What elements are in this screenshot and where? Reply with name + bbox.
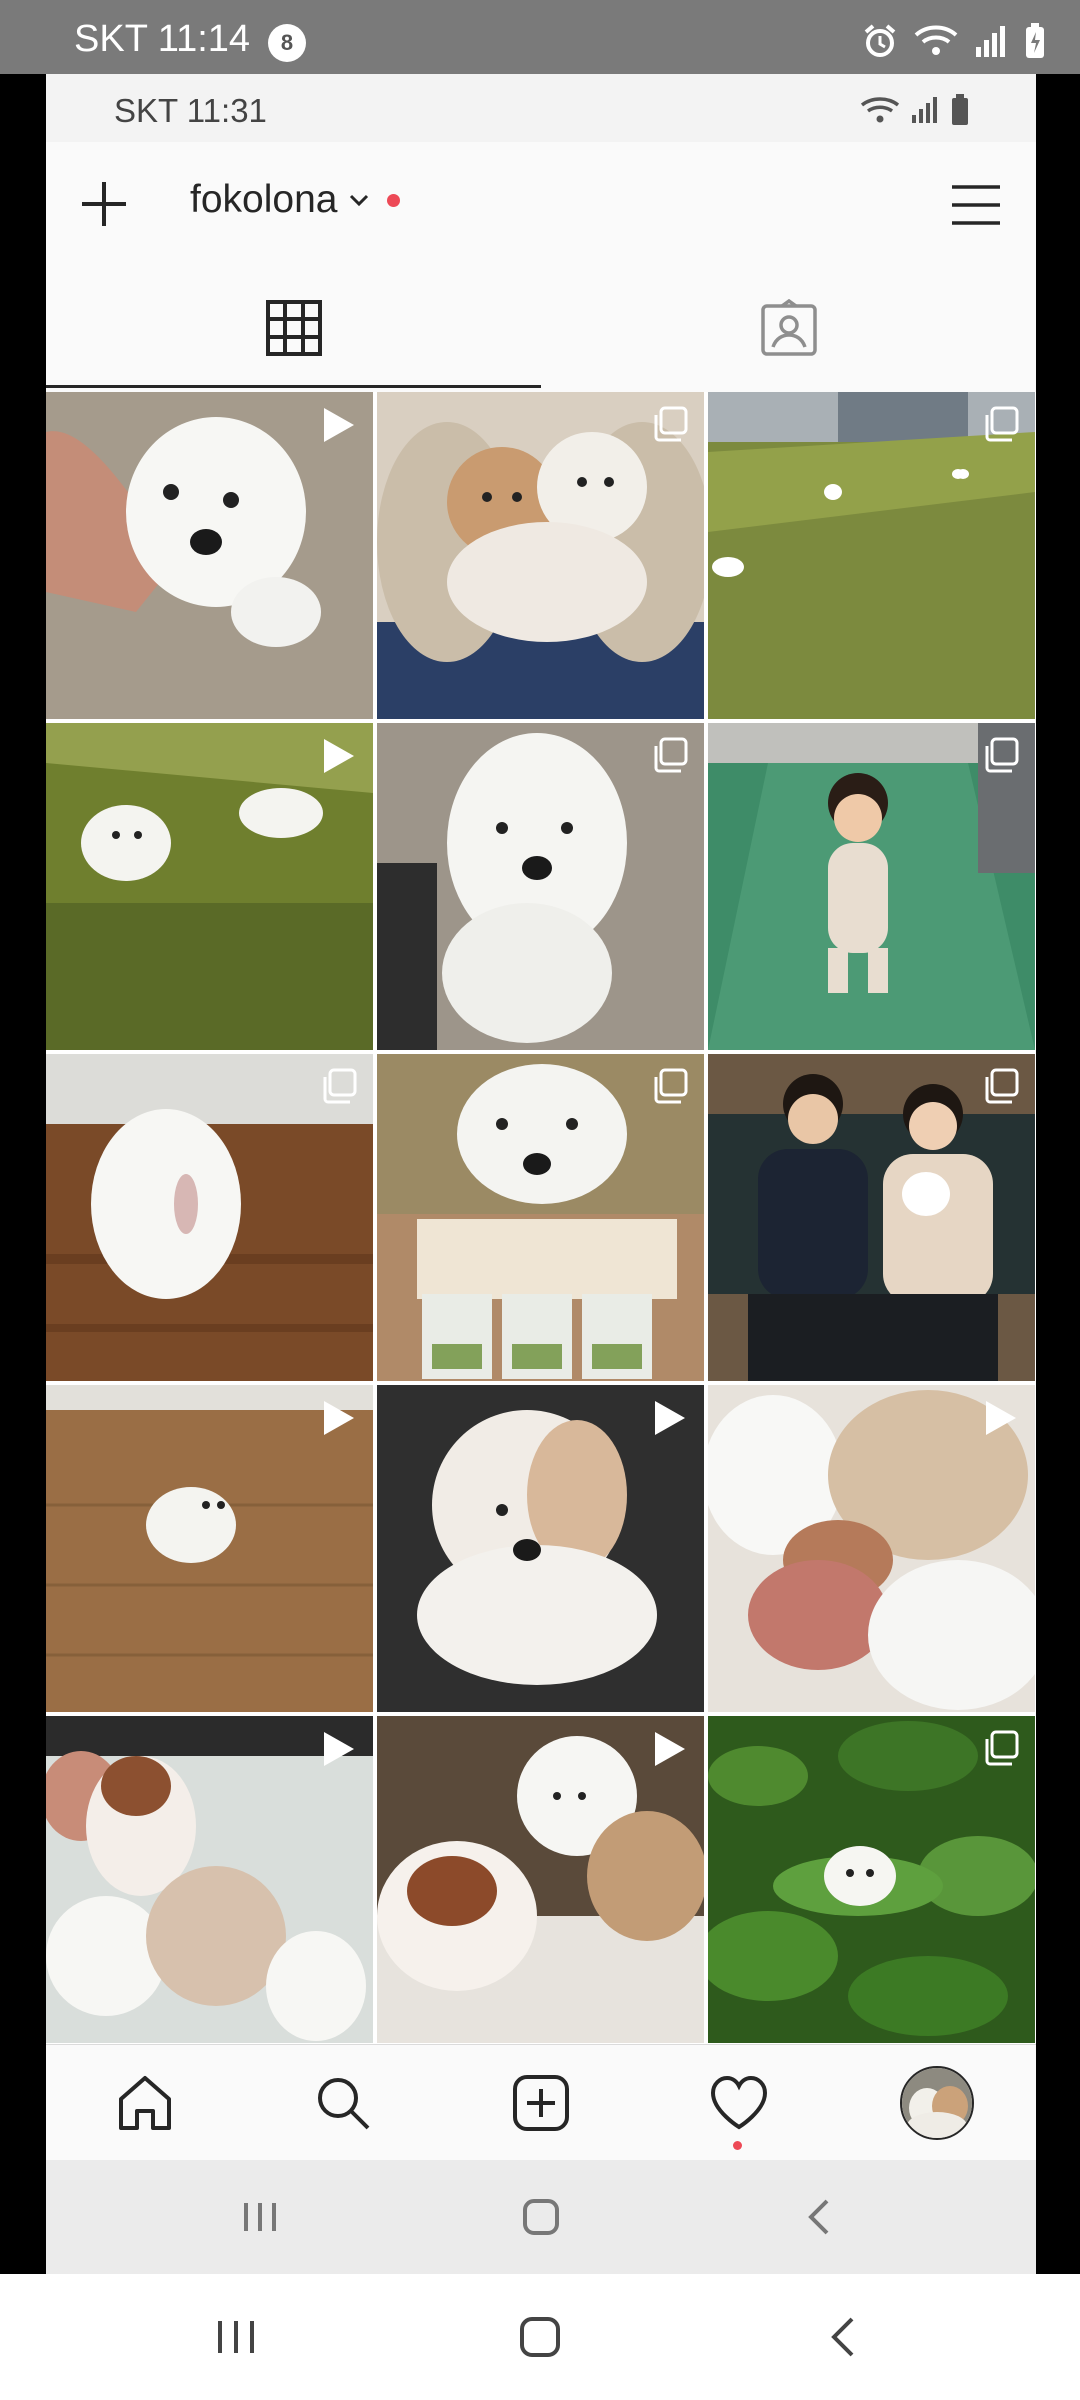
- plus-icon[interactable]: [76, 176, 132, 232]
- carousel-icon: [983, 737, 1019, 778]
- device-home-button[interactable]: [460, 2274, 620, 2400]
- account-switcher[interactable]: fokolona: [190, 178, 401, 222]
- device-recent-apps-button[interactable]: [156, 2274, 316, 2400]
- nav-activity[interactable]: [640, 2045, 838, 2161]
- nav-home[interactable]: [46, 2045, 244, 2161]
- home-square-icon: [523, 2199, 559, 2235]
- notification-dot: [387, 193, 401, 207]
- inner-system-navigation: [46, 2160, 1036, 2274]
- device-status-bar: SKT 11:14 8: [0, 0, 1080, 74]
- back-chevron-icon: [808, 2199, 829, 2235]
- inner-status-time: SKT 11:31: [114, 92, 267, 129]
- inner-status-bar: SKT 11:31: [46, 74, 1036, 142]
- signal-icon: [976, 26, 1005, 57]
- video-badge-icon: [321, 1730, 357, 1773]
- posts-grid: [46, 392, 1036, 2072]
- home-icon: [119, 2076, 171, 2130]
- back-button[interactable]: [738, 2160, 898, 2274]
- post-thumbnail-puppy-and-treats[interactable]: [377, 1054, 704, 1381]
- post-thumbnail-three-puppies[interactable]: [377, 1716, 704, 2043]
- alarm-icon: [864, 24, 896, 57]
- device-back-button[interactable]: [762, 2274, 922, 2400]
- carousel-icon: [652, 737, 688, 778]
- profile-tabs: [46, 268, 1036, 388]
- tab-grid-underline: [46, 385, 541, 388]
- notification-count-badge: 8: [268, 24, 306, 62]
- carousel-icon: [983, 1730, 1019, 1771]
- post-thumbnail-fluffy-puppy-couch[interactable]: [377, 1385, 704, 1712]
- carousel-icon: [321, 1068, 357, 1109]
- home-square-icon: [520, 2317, 560, 2357]
- recent-apps-icon: [244, 2203, 276, 2231]
- screen-bezel-right: [1036, 74, 1080, 2274]
- post-thumbnail-puppy-in-greens[interactable]: [708, 1716, 1035, 2043]
- home-button[interactable]: [461, 2160, 621, 2274]
- signal-icon: [912, 97, 937, 123]
- post-thumbnail-fluffy-back[interactable]: [46, 1054, 373, 1381]
- post-thumbnail-puppies-on-lawn[interactable]: [708, 392, 1035, 719]
- add-post-icon: [513, 2075, 569, 2131]
- app-screen: SKT 11:31 fokolona: [46, 74, 1036, 2274]
- post-thumbnail-puppy-in-hand[interactable]: [46, 392, 373, 719]
- video-badge-icon: [652, 1399, 688, 1442]
- carousel-icon: [652, 1068, 688, 1109]
- recent-apps-button[interactable]: [180, 2160, 340, 2274]
- activity-notification-dot: [733, 2141, 742, 2150]
- video-badge-icon: [321, 737, 357, 780]
- nav-profile[interactable]: [838, 2045, 1036, 2161]
- tab-grid[interactable]: [46, 268, 541, 388]
- nav-search[interactable]: [244, 2045, 442, 2161]
- carousel-icon: [983, 406, 1019, 447]
- username-label: fokolona: [190, 178, 338, 221]
- post-thumbnail-puppies-in-grass[interactable]: [46, 723, 373, 1050]
- device-system-navigation: [0, 2274, 1080, 2400]
- recent-apps-icon: [218, 2321, 254, 2353]
- wifi-icon: [914, 25, 958, 55]
- profile-header: fokolona: [46, 142, 1036, 268]
- post-thumbnail-puppies-on-pad[interactable]: [46, 1716, 373, 2043]
- carousel-icon: [983, 1068, 1019, 1109]
- carousel-icon: [652, 406, 688, 447]
- device-status-time: SKT 11:14: [74, 18, 251, 60]
- post-thumbnail-couple-with-puppy[interactable]: [708, 1054, 1035, 1381]
- tagged-person-icon: [760, 299, 817, 356]
- avatar: [900, 2066, 974, 2140]
- post-thumbnail-child-with-puppy[interactable]: [708, 723, 1035, 1050]
- post-thumbnail-puppy-on-floor[interactable]: [46, 1385, 373, 1712]
- chevron-down-icon: [350, 194, 369, 207]
- tab-tagged[interactable]: [541, 268, 1036, 388]
- wifi-icon: [860, 97, 900, 123]
- heart-icon: [710, 2075, 768, 2130]
- battery-charging-icon: [1026, 23, 1044, 58]
- search-icon: [318, 2078, 370, 2130]
- post-thumbnail-two-puppies-held[interactable]: [377, 392, 704, 719]
- battery-icon: [952, 94, 968, 125]
- post-thumbnail-puppy-held-up[interactable]: [377, 723, 704, 1050]
- video-badge-icon: [983, 1399, 1019, 1442]
- post-thumbnail-newborn-puppies[interactable]: [708, 1385, 1035, 1712]
- bottom-navigation: [46, 2044, 1036, 2161]
- video-badge-icon: [321, 1399, 357, 1442]
- nav-create-post[interactable]: [442, 2045, 640, 2161]
- hamburger-menu-icon[interactable]: [950, 182, 1002, 228]
- video-badge-icon: [321, 406, 357, 449]
- screen-bezel-left: [0, 74, 46, 2274]
- back-chevron-icon: [831, 2317, 854, 2357]
- video-badge-icon: [652, 1730, 688, 1773]
- grid-icon: [265, 300, 322, 356]
